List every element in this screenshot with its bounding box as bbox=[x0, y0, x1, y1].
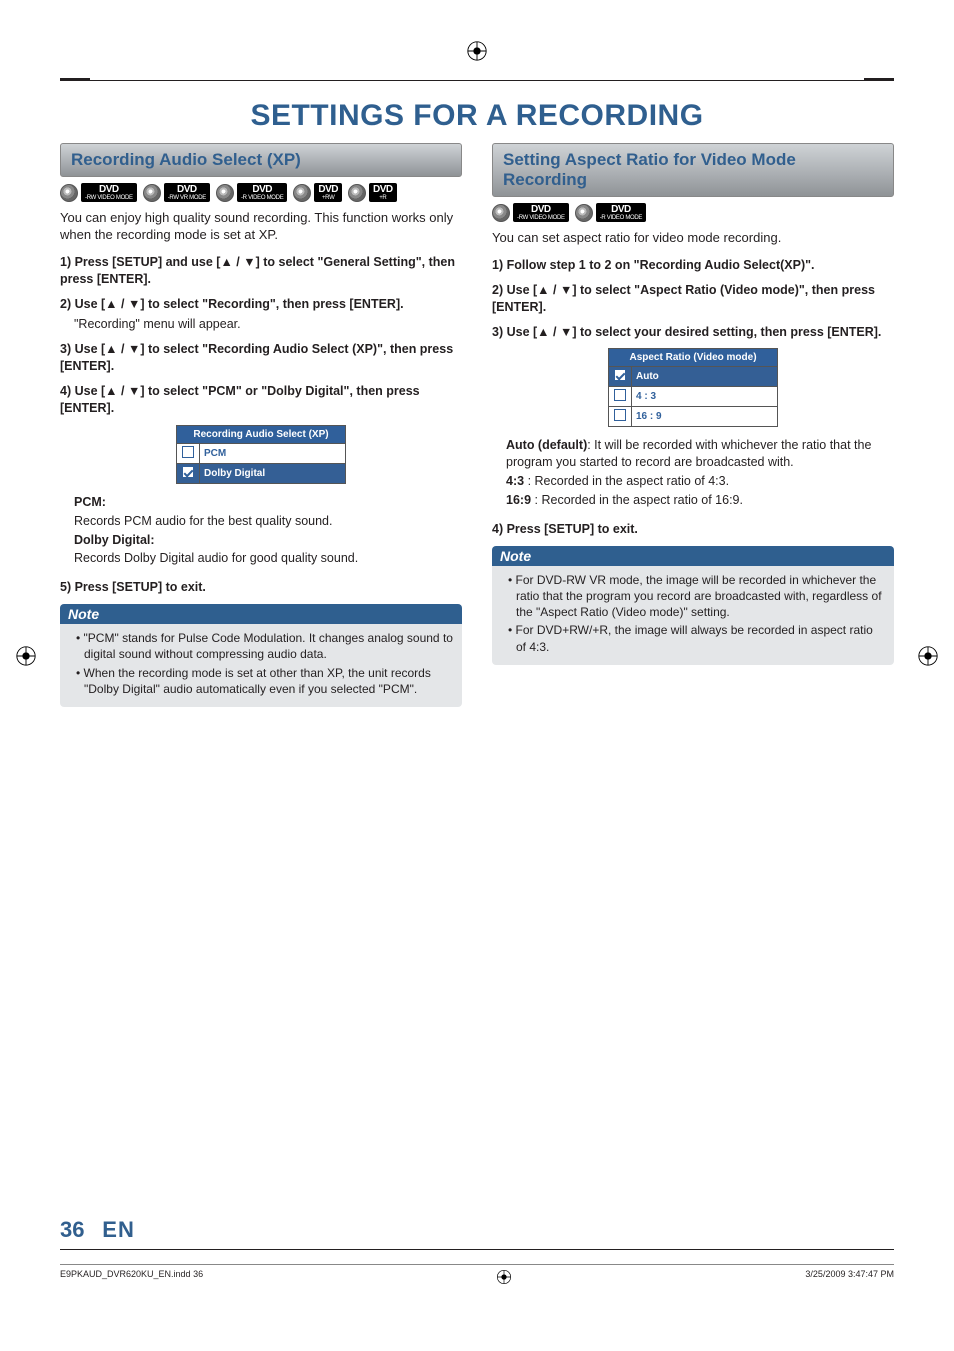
intro-text-right: You can set aspect ratio for video mode … bbox=[492, 230, 894, 247]
badge-dvd-rw-video-r: DVD-RW VIDEO MODE bbox=[492, 203, 569, 222]
section-header-audio: Recording Audio Select (XP) bbox=[60, 143, 462, 177]
note-right-2: For DVD+RW/+R, the image will always be … bbox=[508, 622, 886, 654]
section-header-aspect: Setting Aspect Ratio for Video Mode Reco… bbox=[492, 143, 894, 197]
crop-mark bbox=[60, 78, 90, 80]
page-lang: EN bbox=[102, 1217, 135, 1242]
footer-timestamp: 3/25/2009 3:47:47 PM bbox=[805, 1269, 894, 1285]
crop-mark bbox=[864, 78, 894, 80]
badge-dvd-rw-vr: DVD-RW VR MODE bbox=[143, 183, 210, 202]
top-rule bbox=[60, 80, 894, 81]
note-header-right: Note bbox=[492, 546, 894, 566]
step-2-right: 2) Use [▲ / ▼] to select "Aspect Ratio (… bbox=[492, 283, 875, 314]
step-1-left: 1) Press [SETUP] and use [▲ / ▼] to sele… bbox=[60, 255, 455, 286]
r43-label: 4:3 bbox=[506, 474, 524, 488]
menu-audio-select: Recording Audio Select (XP) PCM Dolby Di… bbox=[176, 425, 346, 484]
badge-dvd-plus-rw: DVD+RW bbox=[293, 183, 342, 202]
r169-label: 16:9 bbox=[506, 493, 531, 507]
step-1-right: 1) Follow step 1 to 2 on "Recording Audi… bbox=[492, 258, 815, 272]
registration-mark-bottom bbox=[496, 1269, 512, 1285]
registration-mark-left bbox=[15, 645, 37, 667]
step-2-left: 2) Use [▲ / ▼] to select "Recording", th… bbox=[60, 297, 404, 311]
menu-row-169-check bbox=[609, 407, 632, 427]
menu-row-dolby-check bbox=[177, 463, 200, 483]
bottom-rule bbox=[60, 1249, 894, 1250]
auto-label: Auto (default) bbox=[506, 438, 587, 452]
note-right-1: For DVD-RW VR mode, the image will be re… bbox=[508, 572, 886, 621]
pcm-desc: Records PCM audio for the best quality s… bbox=[74, 513, 462, 530]
menu-row-auto-label: Auto bbox=[632, 367, 778, 387]
step-3-left: 3) Use [▲ / ▼] to select "Recording Audi… bbox=[60, 342, 453, 373]
disc-badges-right: DVD-RW VIDEO MODE DVD-R VIDEO MODE bbox=[492, 203, 894, 222]
dolby-label: Dolby Digital: bbox=[74, 533, 155, 547]
dolby-desc: Records Dolby Digital audio for good qua… bbox=[74, 550, 462, 567]
menu-aspect-ratio: Aspect Ratio (Video mode) Auto 4 : 3 16 … bbox=[608, 348, 778, 427]
page-footer: 36 EN bbox=[60, 1217, 894, 1243]
step-4-right: 4) Press [SETUP] to exit. bbox=[492, 522, 638, 536]
menu-row-pcm-check bbox=[177, 443, 200, 463]
disc-badges-left: DVD-RW VIDEO MODE DVD-RW VR MODE DVD-R V… bbox=[60, 183, 462, 202]
menu-header-audio: Recording Audio Select (XP) bbox=[177, 425, 346, 443]
menu-row-dolby-label: Dolby Digital bbox=[200, 463, 346, 483]
registration-mark-right bbox=[917, 645, 939, 667]
step-5-left: 5) Press [SETUP] to exit. bbox=[60, 580, 206, 594]
badge-dvd-plus-r: DVD+R bbox=[348, 183, 397, 202]
badge-dvd-r-video: DVD-R VIDEO MODE bbox=[216, 183, 287, 202]
pcm-label: PCM: bbox=[74, 495, 106, 509]
page-number: 36 bbox=[60, 1217, 84, 1242]
footer-file-ref: E9PKAUD_DVR620KU_EN.indd 36 bbox=[60, 1269, 203, 1285]
badge-dvd-r-video-r: DVD-R VIDEO MODE bbox=[575, 203, 646, 222]
menu-row-pcm-label: PCM bbox=[200, 443, 346, 463]
step-4-left: 4) Use [▲ / ▼] to select "PCM" or "Dolby… bbox=[60, 384, 420, 415]
step-3-right: 3) Use [▲ / ▼] to select your desired se… bbox=[492, 325, 881, 339]
registration-mark-top bbox=[466, 40, 488, 62]
note-body-right: For DVD-RW VR mode, the image will be re… bbox=[492, 566, 894, 665]
right-column: Setting Aspect Ratio for Video Mode Reco… bbox=[492, 143, 894, 707]
note-left-1: "PCM" stands for Pulse Code Modulation. … bbox=[76, 630, 454, 662]
menu-row-43-label: 4 : 3 bbox=[632, 387, 778, 407]
left-column: Recording Audio Select (XP) DVD-RW VIDEO… bbox=[60, 143, 462, 707]
menu-row-auto-check bbox=[609, 367, 632, 387]
note-header-left: Note bbox=[60, 604, 462, 624]
intro-text-left: You can enjoy high quality sound recordi… bbox=[60, 210, 462, 244]
footer-line: E9PKAUD_DVR620KU_EN.indd 36 3/25/2009 3:… bbox=[60, 1264, 894, 1285]
menu-row-43-check bbox=[609, 387, 632, 407]
step-2-sub-left: "Recording" menu will appear. bbox=[74, 316, 462, 333]
badge-dvd-rw-video: DVD-RW VIDEO MODE bbox=[60, 183, 137, 202]
r43-desc: : Recorded in the aspect ratio of 4:3. bbox=[528, 474, 730, 488]
page-title: SETTINGS FOR A RECORDING bbox=[60, 99, 894, 133]
note-left-2: When the recording mode is set at other … bbox=[76, 665, 454, 697]
note-body-left: "PCM" stands for Pulse Code Modulation. … bbox=[60, 624, 462, 707]
menu-header-aspect: Aspect Ratio (Video mode) bbox=[609, 349, 778, 367]
menu-row-169-label: 16 : 9 bbox=[632, 407, 778, 427]
r169-desc: : Recorded in the aspect ratio of 16:9. bbox=[535, 493, 743, 507]
